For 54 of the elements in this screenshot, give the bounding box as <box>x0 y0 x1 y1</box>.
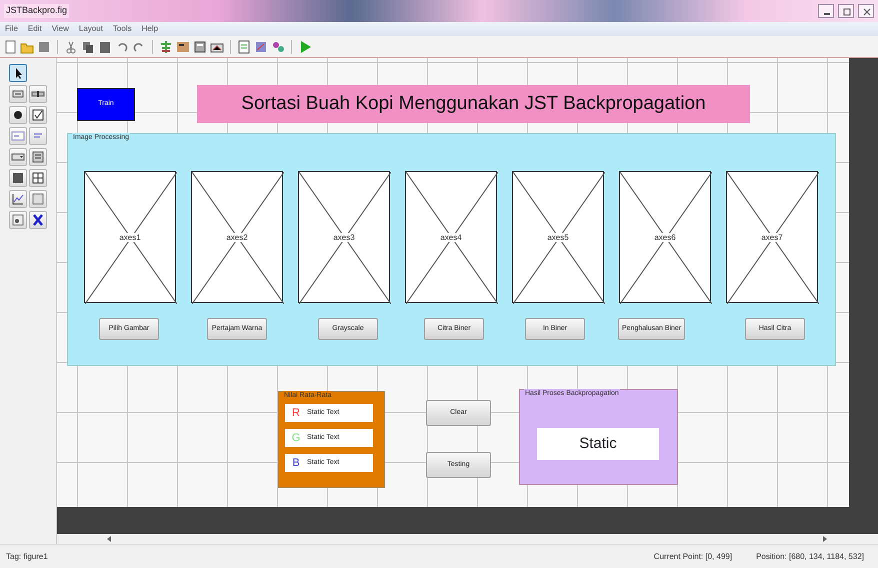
palette-button[interactable] <box>9 190 27 208</box>
menu-item[interactable]: Layout <box>78 23 103 35</box>
scroll-left-icon[interactable] <box>107 536 112 542</box>
palette-button[interactable] <box>9 85 27 103</box>
scroll-right-icon[interactable] <box>823 536 828 542</box>
tag-label: Tag: figure1 <box>6 550 48 562</box>
palette-button[interactable] <box>9 106 27 124</box>
listbox-icon <box>31 150 45 164</box>
window-title: JSTBackpro.fig <box>4 4 70 18</box>
palette-button[interactable] <box>29 148 47 166</box>
menu-item[interactable]: Help <box>142 23 158 35</box>
palette-button[interactable] <box>9 211 27 229</box>
edit-text-icon <box>11 129 25 143</box>
menu-item[interactable]: View <box>52 23 69 35</box>
panel-icon <box>31 192 45 206</box>
axes-label: axes4 <box>440 232 462 242</box>
channel-letter: B <box>291 456 301 471</box>
axes-icon <box>11 192 25 206</box>
menu-item[interactable]: Tools <box>112 23 132 35</box>
axes-label: axes1 <box>119 232 141 242</box>
new-file-icon[interactable] <box>3 40 17 54</box>
cut-icon[interactable] <box>64 40 78 54</box>
align-icon[interactable] <box>159 40 173 54</box>
palette-button[interactable] <box>9 64 27 82</box>
palette-button[interactable] <box>29 85 47 103</box>
palette-button[interactable] <box>9 148 27 166</box>
palette-button[interactable] <box>29 106 47 124</box>
minimize-icon <box>824 13 830 15</box>
title-text: Sortasi Buah Kopi Menggunakan JST Backpropagation <box>197 85 750 123</box>
horizontal-scrollbar[interactable] <box>57 534 878 544</box>
checkbox-icon <box>31 108 45 122</box>
channel-letter: R <box>291 406 301 421</box>
axes-label: axes2 <box>226 232 248 242</box>
axes-label: axes7 <box>761 232 783 242</box>
axes-label: axes6 <box>654 232 676 242</box>
current-point-label: Current Point: [0, 499] <box>654 550 732 562</box>
result-text: Static <box>537 428 659 460</box>
menu-item[interactable]: Edit <box>28 23 42 35</box>
copy-icon[interactable] <box>81 40 95 54</box>
axes-label: axes3 <box>333 232 355 242</box>
palette-button[interactable] <box>29 169 47 187</box>
channel-letter: G <box>290 430 302 446</box>
maximize-button[interactable] <box>838 4 854 18</box>
close-button[interactable] <box>858 4 874 18</box>
palette-button[interactable] <box>29 211 47 229</box>
position-label: Position: [680, 134, 1184, 532] <box>756 550 864 562</box>
run-icon[interactable] <box>298 40 312 54</box>
radio-icon <box>11 108 25 122</box>
menu-item[interactable]: File <box>5 23 18 35</box>
table-icon <box>31 171 45 185</box>
palette-button[interactable] <box>9 169 27 187</box>
axes-label: axes5 <box>547 232 569 242</box>
button-group-icon <box>11 213 25 227</box>
minimize-button[interactable] <box>818 4 834 18</box>
